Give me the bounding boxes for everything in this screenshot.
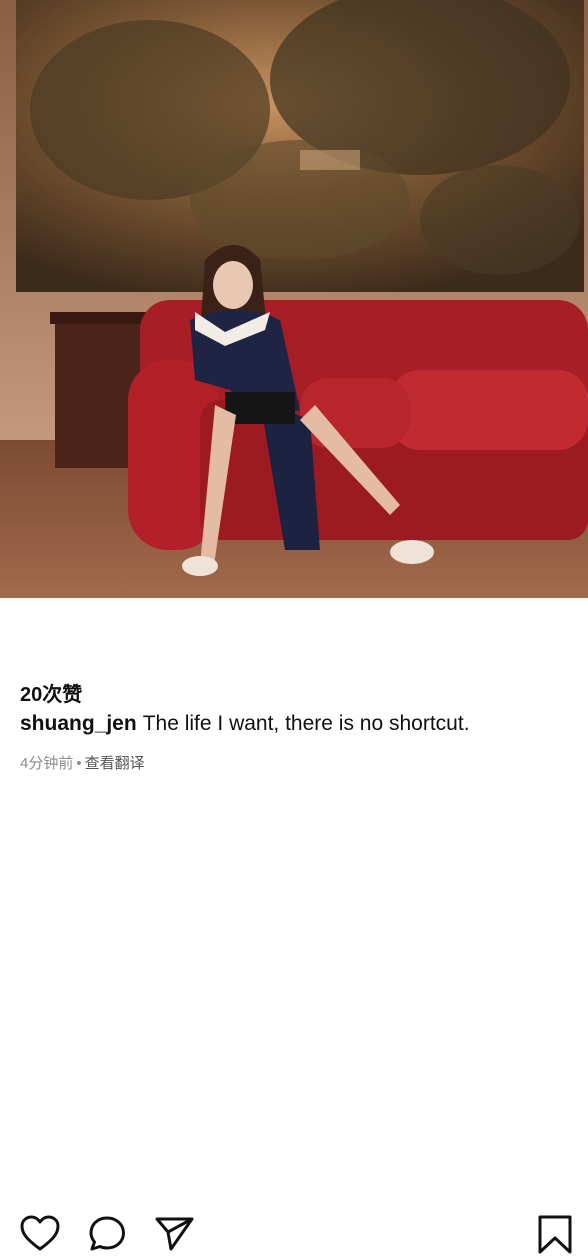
post-actions-bar — [0, 598, 588, 1254]
meta-separator: • — [76, 755, 82, 772]
see-translation-link[interactable]: 查看翻译 — [85, 755, 145, 772]
heart-icon[interactable] — [20, 1215, 60, 1258]
likes-count[interactable]: 20次赞 — [20, 678, 82, 707]
post-photo[interactable] — [0, 0, 588, 598]
send-icon[interactable] — [155, 1215, 195, 1258]
caption-username[interactable]: shuang_jen — [20, 712, 137, 735]
photo-illustration — [0, 0, 588, 598]
post-caption: shuang_jen The life I want, there is no s… — [20, 712, 470, 736]
caption-text: The life I want, there is no shortcut. — [142, 712, 470, 735]
post-meta: 4分钟前 • 查看翻译 — [20, 752, 145, 773]
comment-icon[interactable] — [88, 1215, 128, 1258]
post-timestamp: 4分钟前 — [20, 755, 74, 772]
bookmark-icon[interactable] — [537, 1215, 573, 1260]
